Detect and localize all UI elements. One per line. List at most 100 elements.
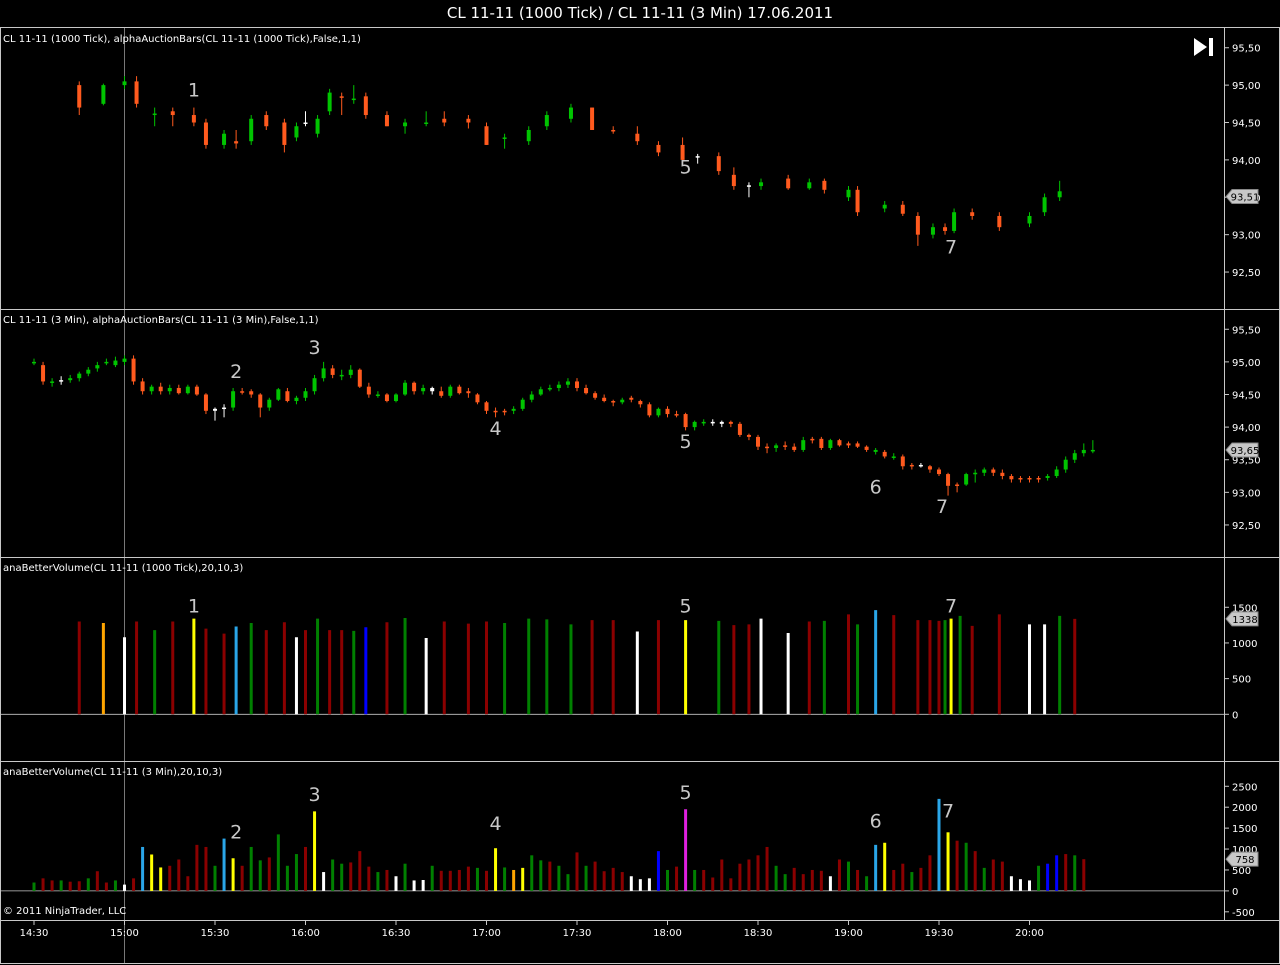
time-tick-label: 16:30	[382, 928, 411, 939]
candle-body	[339, 374, 344, 377]
candle-body	[1054, 469, 1059, 477]
play-end-icon[interactable]	[1192, 36, 1216, 58]
candle-body	[937, 469, 941, 475]
candle-body	[746, 434, 751, 437]
candle-body	[846, 189, 851, 198]
candle-body	[77, 373, 82, 379]
candle-body	[855, 443, 860, 447]
candle-body	[918, 464, 923, 467]
time-tick-label: 19:00	[834, 928, 863, 939]
candle-body	[873, 449, 878, 452]
candle-body	[1081, 449, 1086, 454]
candle-body	[511, 408, 516, 411]
annotation-marker: 7	[945, 595, 957, 617]
panel-label: anaBetterVolume(CL 11-11 (1000 Tick),20,…	[3, 563, 243, 574]
candle-body	[68, 378, 73, 381]
candle-body	[231, 391, 236, 408]
candle-body	[339, 96, 344, 98]
candle-body	[538, 389, 543, 395]
time-tick-label: 14:30	[20, 928, 49, 939]
candle-body	[312, 378, 317, 392]
annotation-marker: 3	[309, 337, 321, 359]
candle-body	[330, 368, 335, 375]
candle-body	[412, 382, 417, 392]
candle-body	[710, 421, 715, 424]
candle-body	[176, 387, 181, 394]
candle-body	[1027, 477, 1032, 480]
candle-body	[384, 115, 389, 127]
candle-body	[1057, 191, 1062, 198]
last-value-label: 93,51	[1231, 193, 1260, 204]
price-tick-label: 92,50	[1232, 268, 1261, 279]
candle-body	[375, 394, 380, 396]
candle-body	[222, 407, 227, 410]
candle-body	[927, 466, 932, 470]
chart-canvas[interactable]: 14:30 15:00 15:30 16:00 16:30 17:00 17:30 18:00…	[0, 0, 1280, 965]
candle-body	[1045, 476, 1050, 478]
time-tick-label: 16:00	[291, 928, 320, 939]
candle-body	[728, 421, 733, 424]
candle-body	[32, 361, 36, 364]
candle-body	[544, 115, 549, 127]
price-tick-label: 95,50	[1232, 44, 1261, 55]
candle-body	[276, 389, 281, 400]
candle-body	[50, 381, 55, 383]
candle-body	[915, 215, 920, 235]
candle-body	[484, 126, 489, 145]
annotation-marker: 6	[870, 810, 882, 832]
candle-body	[403, 122, 408, 127]
candle-body	[357, 369, 362, 387]
candle-body	[590, 107, 595, 130]
candle-body	[943, 227, 948, 231]
candle-body	[285, 391, 290, 402]
candle-body	[746, 185, 751, 187]
price-tick-label: 1000	[1232, 639, 1257, 650]
candle-body	[475, 394, 480, 403]
candle-body	[86, 369, 91, 374]
candle-body	[134, 81, 139, 104]
candle-body	[249, 391, 254, 395]
last-value-label: 758	[1235, 855, 1254, 866]
candle-body	[1042, 197, 1047, 213]
candle-body	[327, 92, 332, 112]
candle-body	[448, 386, 453, 396]
time-tick-label: 20:00	[1015, 928, 1044, 939]
candle-body	[131, 358, 136, 382]
candle-body	[837, 440, 842, 446]
annotation-marker: 5	[680, 782, 692, 804]
candle-body	[282, 122, 287, 145]
candle-body	[774, 445, 779, 448]
candle-body	[1000, 472, 1005, 477]
copyright-text: © 2011 NinjaTrader, LLC	[3, 906, 127, 917]
candle-body	[520, 399, 525, 409]
price-tick-label: 94,50	[1232, 390, 1261, 401]
candle-body	[656, 144, 661, 153]
candle-body	[158, 386, 163, 392]
annotation-marker: 6	[870, 477, 882, 499]
time-tick-label: 15:00	[110, 928, 139, 939]
candle-body	[891, 456, 896, 458]
chart-frame	[0, 27, 1280, 964]
candle-body	[882, 451, 887, 457]
candle-body	[113, 360, 118, 366]
candle-body	[638, 401, 643, 405]
candle-body	[384, 394, 389, 402]
annotation-marker: 7	[936, 496, 948, 518]
candle-body	[556, 384, 561, 388]
candle-body	[882, 204, 887, 209]
candle-body	[973, 472, 978, 475]
candle-body	[321, 368, 326, 379]
candle-body	[1063, 459, 1068, 470]
candle-body	[101, 85, 106, 104]
candle-body	[575, 381, 579, 388]
candle-body	[695, 156, 700, 158]
panel-label: anaBetterVolume(CL 11-11 (3 Min),20,10,3…	[3, 767, 222, 778]
price-tick-label: 94,00	[1232, 423, 1261, 434]
price-tick-label: 1500	[1232, 824, 1257, 835]
candle-body	[737, 423, 742, 435]
candle-body	[258, 394, 263, 408]
price-tick-label: 500	[1232, 675, 1251, 686]
candle-body	[1036, 477, 1041, 480]
price-tick-label: 95,50	[1232, 325, 1261, 336]
annotation-marker: 1	[188, 79, 200, 101]
